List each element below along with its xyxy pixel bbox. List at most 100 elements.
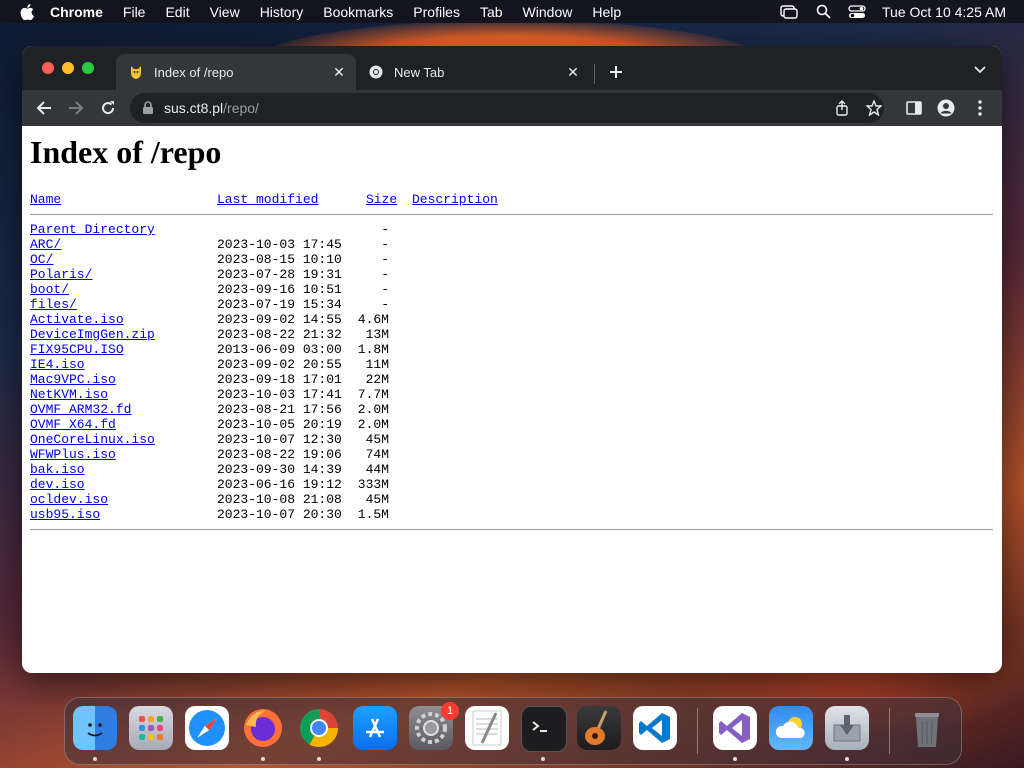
share-icon[interactable] [832, 98, 852, 118]
menu-history[interactable]: History [260, 4, 304, 20]
menu-bar: Chrome File Edit View History Bookmarks … [0, 0, 1024, 23]
file-modified: 2023-08-22 21:32 [217, 327, 342, 342]
zoom-window-button[interactable] [82, 62, 94, 74]
sort-by-description-link[interactable]: Description [412, 192, 498, 207]
browser-toolbar: sus.ct8.pl/repo/ [22, 90, 1002, 126]
file-link[interactable]: Mac9VPC.iso [30, 372, 116, 387]
file-modified: 2023-09-02 14:55 [217, 312, 342, 327]
menu-file[interactable]: File [123, 4, 146, 20]
file-link[interactable]: WFWPlus.iso [30, 447, 116, 462]
spotlight-search-icon[interactable] [814, 4, 832, 20]
file-modified: 2023-08-22 19:06 [217, 447, 342, 462]
file-link[interactable]: bak.iso [30, 462, 85, 477]
file-link[interactable]: Polaris/ [30, 267, 92, 282]
file-link[interactable]: NetKVM.iso [30, 387, 108, 402]
visual-studio-icon[interactable] [713, 706, 757, 750]
sort-by-size-link[interactable]: Size [366, 192, 397, 207]
file-size: 2.0M [357, 402, 389, 417]
weather-icon[interactable] [769, 706, 813, 750]
minimize-window-button[interactable] [62, 62, 74, 74]
terminal-icon[interactable] [521, 706, 567, 752]
file-link[interactable]: files/ [30, 297, 77, 312]
new-tab-button[interactable] [606, 62, 626, 82]
file-size: 11M [365, 357, 389, 372]
forward-button[interactable] [66, 98, 86, 118]
tab-index-of-repo[interactable]: Index of /repo ✕ [116, 54, 356, 90]
menu-tab[interactable]: Tab [480, 4, 503, 20]
file-size: 44M [365, 462, 389, 477]
url-text[interactable]: sus.ct8.pl/repo/ [164, 100, 259, 116]
chrome-menu-icon[interactable] [970, 98, 990, 118]
close-tab-icon[interactable]: ✕ [564, 63, 582, 81]
menu-profiles[interactable]: Profiles [413, 4, 460, 20]
safari-icon[interactable] [185, 706, 229, 750]
vscode-icon[interactable] [633, 706, 677, 750]
url-host: sus.ct8.pl [164, 100, 224, 116]
launchpad-icon[interactable] [129, 706, 173, 750]
sort-by-modified-link[interactable]: Last modified [217, 192, 318, 207]
app-store-icon[interactable] [353, 706, 397, 750]
sort-by-name-link[interactable]: Name [30, 192, 61, 207]
trash-icon[interactable] [905, 706, 949, 750]
back-button[interactable] [34, 98, 54, 118]
tab-search-chevron-icon[interactable] [972, 62, 988, 78]
close-tab-icon[interactable]: ✕ [330, 63, 348, 81]
parent-directory-link[interactable]: Parent Directory [30, 222, 155, 237]
firefox-icon[interactable] [241, 706, 285, 750]
file-link[interactable]: OVMF_ARM32.fd [30, 402, 131, 417]
menu-help[interactable]: Help [592, 4, 621, 20]
header-modified: Last modified [217, 192, 318, 207]
file-modified: 2023-10-08 21:08 [217, 492, 342, 507]
file-link[interactable]: ARC/ [30, 237, 61, 252]
menu-app-name[interactable]: Chrome [50, 4, 103, 20]
system-settings-icon[interactable]: 1 [409, 702, 459, 750]
file-link[interactable]: dev.iso [30, 477, 85, 492]
file-link[interactable]: ocldev.iso [30, 492, 108, 507]
installer-icon[interactable] [825, 706, 869, 750]
screen-mirroring-icon[interactable] [780, 4, 798, 20]
menu-view[interactable]: View [210, 4, 240, 20]
footer-divider [30, 529, 993, 530]
running-indicator [317, 757, 321, 761]
finder-icon[interactable] [73, 706, 117, 750]
garageband-icon[interactable] [577, 706, 621, 750]
file-size: - [381, 267, 389, 282]
file-link[interactable]: OneCoreLinux.iso [30, 432, 155, 447]
tab-new-tab[interactable]: New Tab ✕ [356, 54, 590, 90]
side-panel-icon[interactable] [904, 98, 924, 118]
address-bar[interactable]: sus.ct8.pl/repo/ [130, 93, 884, 123]
file-link[interactable]: OC/ [30, 252, 53, 267]
chrome-icon[interactable] [297, 706, 341, 750]
menu-edit[interactable]: Edit [165, 4, 189, 20]
menu-bar-clock[interactable]: Tue Oct 10 4:25 AM [882, 4, 1006, 20]
running-indicator [93, 757, 97, 761]
tab-title: Index of /repo [154, 64, 234, 80]
control-center-icon[interactable] [848, 4, 866, 20]
file-link[interactable]: IE4.iso [30, 357, 85, 372]
file-modified: 2013-06-09 03:00 [217, 342, 342, 357]
profile-avatar-icon[interactable] [936, 98, 956, 118]
menu-window[interactable]: Window [523, 4, 573, 20]
file-modified: 2023-10-03 17:45 [217, 237, 342, 252]
file-size: 1.8M [357, 342, 389, 357]
close-window-button[interactable] [42, 62, 54, 74]
page-content: Index of /repo Name Last modified Size D… [22, 126, 1002, 673]
running-indicator [541, 757, 545, 761]
header-size: Size [366, 192, 397, 207]
reload-button[interactable] [98, 98, 118, 118]
file-link[interactable]: FIX95CPU.ISO [30, 342, 124, 357]
file-size: 333M [357, 477, 389, 492]
textedit-icon[interactable] [465, 706, 509, 750]
file-link[interactable]: usb95.iso [30, 507, 100, 522]
file-link[interactable]: boot/ [30, 282, 69, 297]
file-link[interactable]: DeviceImgGen.zip [30, 327, 155, 342]
apple-menu-icon[interactable] [18, 3, 36, 21]
bookmark-star-icon[interactable] [864, 98, 884, 118]
lock-icon[interactable] [142, 101, 154, 115]
file-link[interactable]: OVMF_X64.fd [30, 417, 116, 432]
menu-bookmarks[interactable]: Bookmarks [323, 4, 393, 20]
file-link[interactable]: Activate.iso [30, 312, 124, 327]
notification-badge: 1 [441, 702, 459, 720]
running-indicator [733, 757, 737, 761]
page-title: Index of /repo [30, 134, 222, 170]
